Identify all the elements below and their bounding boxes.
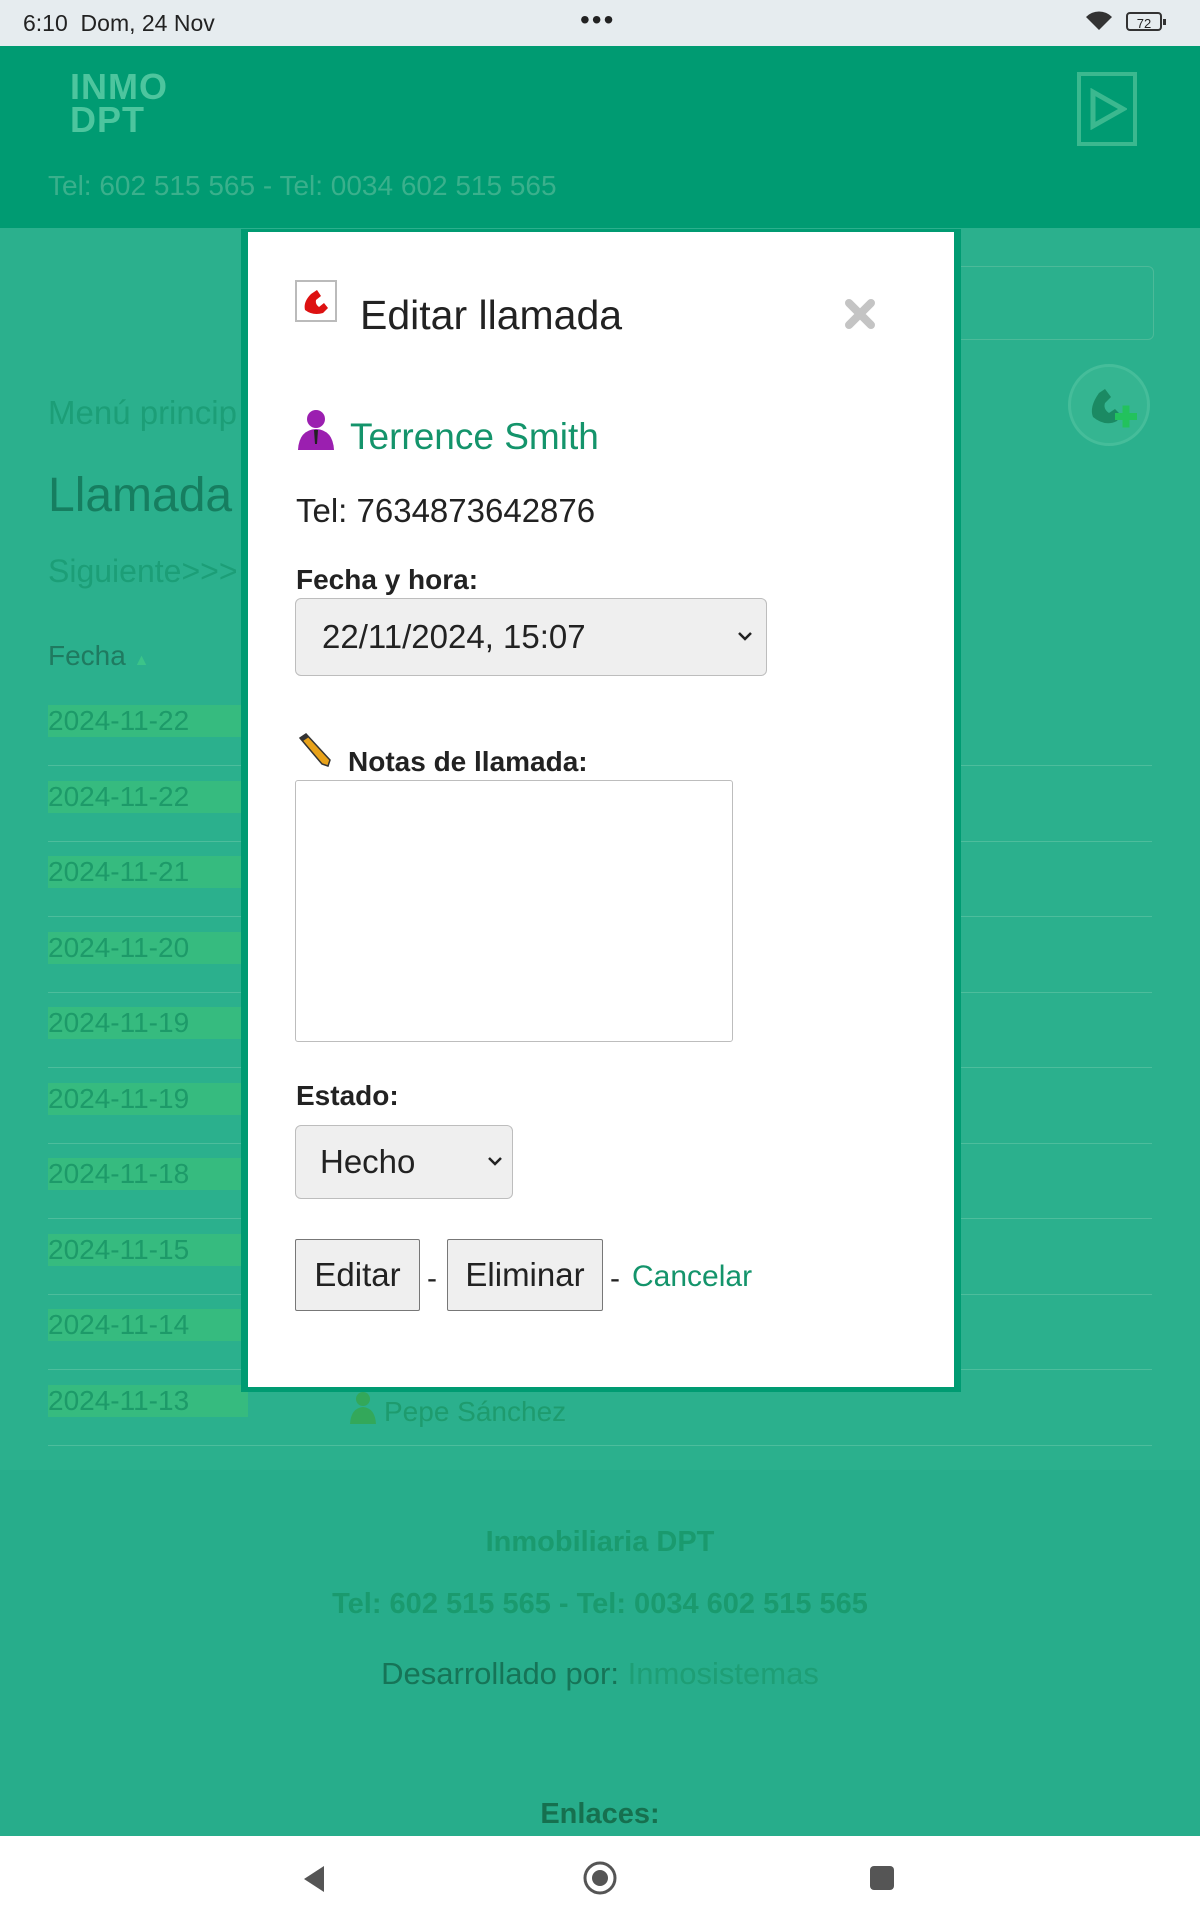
wifi-icon [1084,10,1114,37]
chevron-down-icon [486,1126,504,1223]
edit-call-dialog: Editar llamada Terrence Smith Tel: 76348… [248,232,954,1387]
page-title: Llamada [48,469,233,522]
logo[interactable]: INMO DPT [70,69,168,138]
notes-label: Notas de llamada: [348,746,588,777]
close-icon[interactable] [844,298,876,335]
cancel-link[interactable]: Cancelar [632,1260,752,1294]
battery-icon: 72 [1126,12,1166,31]
delete-button[interactable]: Eliminar [447,1239,603,1311]
pencil-icon [296,732,332,773]
row-date: 2024-11-18 [48,1158,248,1190]
system-nav-bar [0,1836,1200,1920]
home-icon[interactable] [582,1860,618,1901]
site-header: INMO DPT Tel: 602 515 565 - Tel: 0034 60… [0,46,1200,228]
add-call-icon[interactable] [1068,364,1150,446]
developer-link[interactable]: Inmosistemas [628,1656,819,1691]
chevron-down-icon [736,599,754,702]
more-dots-icon: ••• [580,4,616,35]
state-select[interactable]: Hecho [295,1125,513,1199]
contact-phone: Tel: 7634873642876 [296,492,596,529]
recent-apps-icon[interactable] [870,1866,894,1890]
header-phone: Tel: 602 515 565 - Tel: 0034 602 515 565 [48,170,557,201]
footer-developer: Desarrollado por: Inmosistemas [381,1656,819,1691]
edit-button[interactable]: Editar [295,1239,420,1311]
row-contact-name[interactable]: Pepe Sánchez [384,1396,566,1428]
footer-company: Inmobiliaria DPT [485,1526,715,1558]
contact-name-link[interactable]: Terrence Smith [350,416,599,458]
row-date: 2024-11-14 [48,1309,248,1341]
status-bar: 6:10 Dom, 24 Nov ••• 72 [0,0,1200,46]
dialog-title: Editar llamada [360,292,623,338]
row-date: 2024-11-21 [48,856,248,888]
notes-textarea[interactable] [295,780,733,1042]
next-page-link[interactable]: Siguiente>>> [48,553,238,590]
status-time: 6:10 Dom, 24 Nov [23,10,215,36]
person-icon [348,1390,378,1429]
phone-icon [295,280,337,322]
row-date: 2024-11-15 [48,1234,248,1266]
main-menu-link[interactable]: Menú princip [48,394,237,432]
search-input[interactable] [948,266,1154,340]
footer-phones: Tel: 602 515 565 - Tel: 0034 602 515 565 [332,1588,868,1620]
site-footer: Inmobiliaria DPT Tel: 602 515 565 - Tel:… [0,1470,1200,1836]
sort-up-icon: ▲ [133,652,150,669]
person-icon [296,408,336,457]
row-date: 2024-11-20 [48,932,248,964]
row-date: 2024-11-19 [48,1083,248,1115]
separator: - [427,1262,437,1295]
row-date: 2024-11-19 [48,1007,248,1039]
logout-icon[interactable] [1077,72,1137,146]
column-header-fecha[interactable]: Fecha ▲ [48,640,149,672]
datetime-select[interactable]: 22/11/2024, 15:07 [295,598,767,676]
row-date: 2024-11-22 [48,781,248,813]
datetime-label: Fecha y hora: [296,564,479,595]
state-label: Estado: [296,1080,399,1111]
row-date: 2024-11-22 [48,705,248,737]
separator: - [610,1262,620,1295]
footer-links-heading: Enlaces: [540,1798,660,1830]
back-icon[interactable] [302,1864,326,1899]
row-date: 2024-11-13 [48,1385,248,1417]
